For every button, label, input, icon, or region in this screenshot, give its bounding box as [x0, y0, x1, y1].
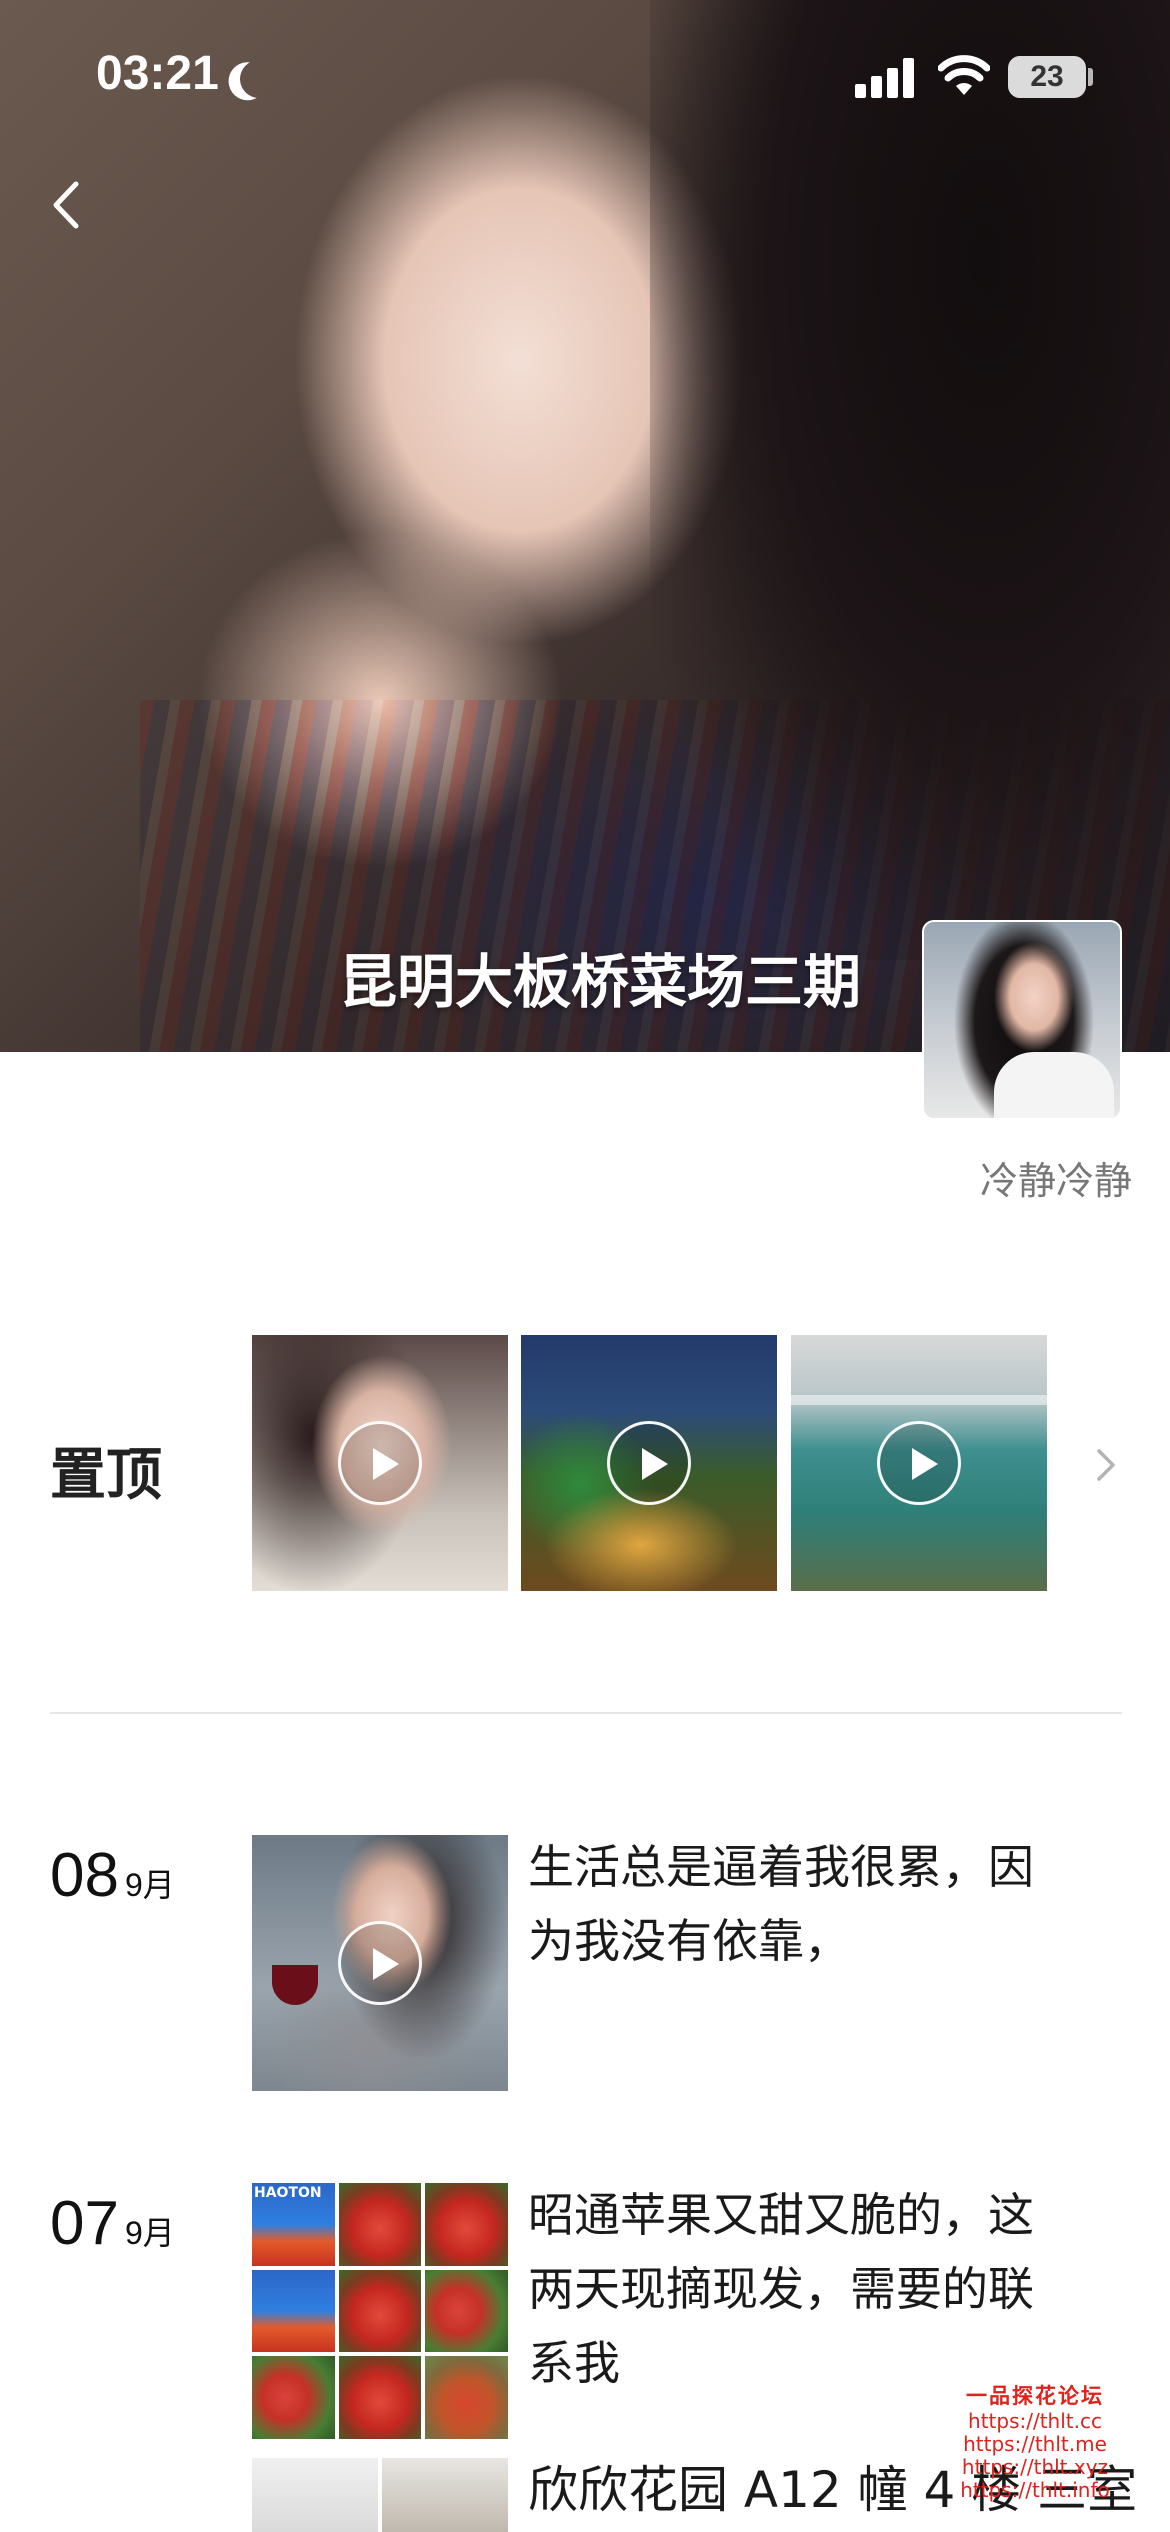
battery-icon: 23 — [1008, 56, 1086, 98]
pinned-video-thumbnail[interactable] — [791, 1335, 1047, 1591]
grid-image — [425, 2269, 508, 2353]
post-text-line: 两天现摘现发，需要的联 — [528, 2262, 1034, 2316]
pinned-video-thumbnail[interactable] — [252, 1335, 508, 1591]
cover-image[interactable]: 昆明大板桥菜场三期 — [0, 0, 1170, 1052]
post-text-line: 生活总是逼着我很累，因 — [528, 1840, 1034, 1894]
post-text[interactable]: 生活总是逼着我很累，因 为我没有依靠， — [528, 1830, 1098, 1978]
status-bar: 03:21 23 — [0, 0, 1170, 150]
battery-cap — [1088, 68, 1093, 86]
grid-image: HAOTON — [252, 2183, 335, 2266]
post-video-thumbnail[interactable] — [252, 1835, 508, 2091]
post-image-grid[interactable]: HAOTON — [252, 2183, 508, 2439]
post-month: 9月 — [124, 1867, 175, 1903]
grid-image — [252, 2269, 335, 2353]
grid-image — [252, 2356, 335, 2439]
post-date: 08 9月 — [50, 1840, 175, 1911]
watermark-title: 一品探花论坛 — [966, 2384, 1104, 2408]
watermark-url: https://thlt.xyz — [961, 2455, 1109, 2479]
post-text-line: 昭通苹果又甜又脆的，这 — [528, 2188, 1034, 2242]
play-icon — [877, 1421, 961, 1505]
back-chevron-icon[interactable] — [42, 170, 92, 240]
watermark-url: https://thlt.cc — [968, 2409, 1102, 2433]
cover-title: 昆明大板桥菜场三期 — [338, 948, 861, 1016]
post-day: 07 — [50, 2189, 119, 2258]
post-month: 9月 — [124, 2215, 175, 2251]
play-icon — [607, 1421, 691, 1505]
grid-image — [252, 2458, 378, 2532]
play-icon — [338, 1421, 422, 1505]
post-text[interactable]: 昭通苹果又甜又脆的，这 两天现摘现发，需要的联 系我 — [528, 2178, 1098, 2400]
grid-image — [338, 2269, 422, 2353]
wifi-icon — [938, 55, 990, 95]
play-icon — [338, 1921, 422, 2005]
watermark-url: https://thlt.info — [960, 2478, 1110, 2502]
post-image-grid[interactable] — [252, 2458, 508, 2532]
watermark: 一品探花论坛 https://thlt.cc https://thlt.me h… — [945, 2380, 1125, 2502]
grid-image — [425, 2356, 508, 2439]
wine-glass — [272, 1965, 318, 2005]
chevron-right-icon[interactable] — [1094, 1445, 1118, 1485]
section-divider — [50, 1712, 1122, 1714]
cellular-signal-icon — [855, 58, 917, 98]
post-date: 07 9月 — [50, 2188, 175, 2259]
avatar[interactable] — [922, 920, 1122, 1120]
grid-image-text: HAOTON — [254, 2185, 322, 2201]
profile-nickname: 冷静冷静 — [979, 1159, 1132, 1203]
pinned-label: 置顶 — [50, 1443, 162, 1508]
status-time: 03:21 — [96, 47, 219, 100]
post-text-line: 为我没有依靠， — [528, 1914, 850, 1968]
grid-image — [425, 2183, 508, 2266]
post-day: 08 — [50, 1841, 119, 1910]
grid-image — [382, 2458, 508, 2532]
grid-image — [338, 2356, 422, 2439]
avatar-shirt — [994, 1052, 1114, 1118]
pinned-video-thumbnail[interactable] — [521, 1335, 777, 1591]
do-not-disturb-moon-icon — [235, 55, 284, 104]
grid-image — [338, 2183, 422, 2266]
watermark-url: https://thlt.me — [963, 2432, 1107, 2456]
